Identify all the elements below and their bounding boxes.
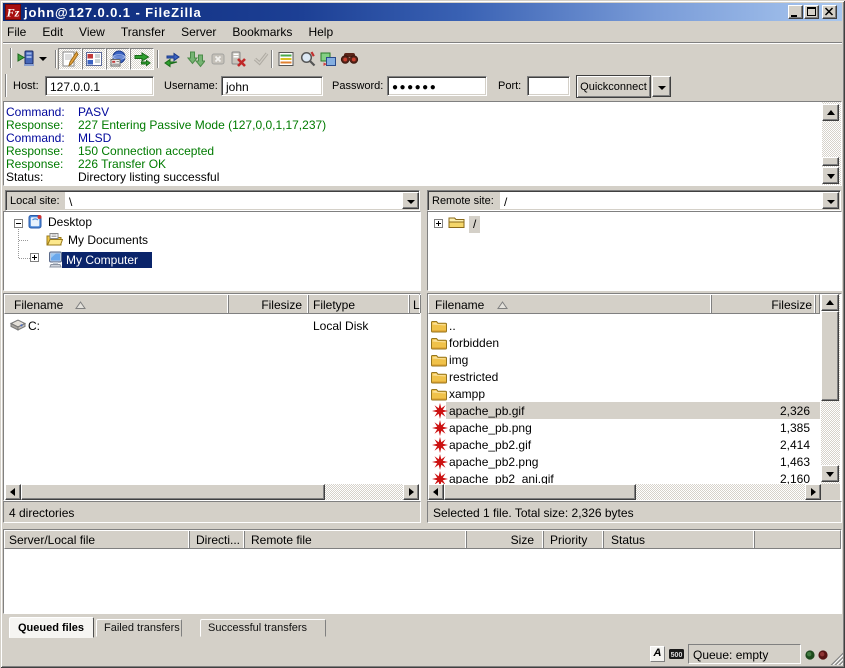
svg-text:Fz: Fz — [6, 6, 20, 20]
svg-text:500: 500 — [671, 652, 683, 659]
